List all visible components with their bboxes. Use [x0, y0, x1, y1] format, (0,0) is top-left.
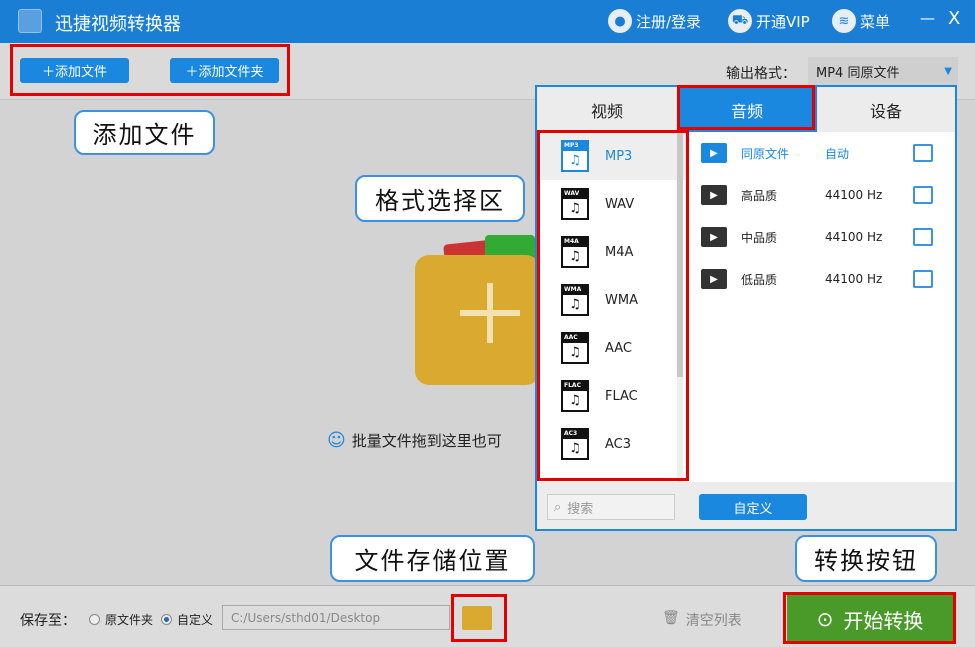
smile-icon: ☺ — [327, 430, 346, 451]
menu-label: 菜单 — [860, 12, 891, 31]
film-icon: ▶ — [701, 185, 727, 205]
output-format-value: MP4 同原文件 — [816, 65, 900, 81]
tab-device[interactable]: 设备 — [817, 87, 955, 132]
search-placeholder: 搜索 — [567, 501, 594, 517]
search-input[interactable]: ⌕ 搜索 — [547, 494, 675, 520]
radio-custom[interactable]: 自定义 — [161, 611, 213, 628]
user-icon: ● — [608, 9, 632, 33]
quality-item[interactable]: ▶ 低品质 44100 Hz — [695, 258, 955, 300]
tab-video[interactable]: 视频 — [537, 87, 677, 132]
quality-name: 高品质 — [741, 188, 778, 203]
quality-item[interactable]: ▶ 同原文件 自动 — [695, 132, 955, 174]
quality-rate: 44100 Hz — [825, 188, 883, 202]
highlight-audio-tab — [677, 85, 815, 130]
edit-icon[interactable] — [913, 228, 933, 246]
highlight-start-button — [783, 592, 956, 644]
callout-add-file: 添加文件 — [74, 110, 215, 155]
minimize-button[interactable]: — — [920, 9, 935, 27]
radio-original-folder[interactable]: 原文件夹 — [89, 611, 153, 628]
menu-button[interactable]: ≋ 菜单 — [832, 9, 890, 33]
callout-convert-button: 转换按钮 — [795, 535, 937, 582]
drop-hint-text: 批量文件拖到这里也可 — [351, 432, 502, 450]
radio-custom-label: 自定义 — [177, 613, 214, 627]
register-button[interactable]: ● 注册/登录 — [608, 9, 701, 33]
layers-icon: ≋ — [832, 9, 856, 33]
film-icon: ▶ — [701, 227, 727, 247]
callout-save-location: 文件存储位置 — [330, 535, 535, 582]
output-format-select[interactable]: MP4 同原文件 ▼ — [808, 57, 958, 85]
callout-format-area: 格式选择区 — [355, 175, 525, 222]
radio-icon — [89, 614, 100, 625]
quality-name: 同原文件 — [741, 146, 790, 161]
highlight-browse-folder — [451, 594, 507, 642]
highlight-format-list — [537, 130, 689, 481]
app-title: 迅捷视频转换器 — [55, 14, 181, 35]
folder-illustration-icon[interactable] — [415, 235, 540, 385]
quality-item[interactable]: ▶ 中品质 44100 Hz — [695, 216, 955, 258]
vip-label: 开通VIP — [756, 12, 810, 31]
quality-name: 低品质 — [741, 272, 778, 287]
save-to-label: 保存至： — [20, 613, 76, 629]
close-button[interactable]: X — [948, 8, 960, 29]
clear-list-button[interactable]: 🗑 清空列表 — [662, 610, 742, 630]
radio-original-label: 原文件夹 — [105, 613, 154, 627]
vip-button[interactable]: ⛟ 开通VIP — [728, 9, 810, 33]
chevron-down-icon: ▼ — [944, 65, 952, 77]
film-icon: ▶ — [701, 143, 727, 163]
output-format-label: 输出格式： — [726, 66, 796, 82]
edit-icon[interactable] — [913, 144, 933, 162]
highlight-add-buttons — [10, 44, 290, 96]
film-icon: ▶ — [701, 269, 727, 289]
quality-rate: 44100 Hz — [825, 230, 883, 244]
save-path-input[interactable]: C:/Users/sthd01/Desktop — [222, 605, 450, 630]
drop-hint: ☺ 批量文件拖到这里也可 — [327, 430, 502, 451]
clear-list-label: 清空列表 — [685, 613, 742, 629]
quality-name: 中品质 — [741, 230, 778, 245]
quality-rate: 44100 Hz — [825, 272, 883, 286]
app-logo-icon — [18, 9, 42, 33]
title-bar: 迅捷视频转换器 ● 注册/登录 ⛟ 开通VIP ≋ 菜单 — X — [0, 0, 975, 43]
quality-list: ▶ 同原文件 自动 ▶ 高品质 44100 Hz ▶ 中品质 44100 Hz ▶ 低品质 44100… — [695, 132, 955, 482]
custom-button[interactable]: 自定义 — [699, 494, 807, 520]
panel-footer: ⌕ 搜索 自定义 — [537, 482, 955, 529]
search-icon: ⌕ — [554, 499, 562, 515]
radio-selected-icon — [161, 614, 172, 625]
quality-item[interactable]: ▶ 高品质 44100 Hz — [695, 174, 955, 216]
cart-icon: ⛟ — [728, 9, 752, 33]
trash-icon: 🗑 — [662, 610, 680, 626]
quality-rate: 自动 — [825, 146, 850, 161]
register-label: 注册/登录 — [636, 12, 702, 31]
edit-icon[interactable] — [913, 270, 933, 288]
edit-icon[interactable] — [913, 186, 933, 204]
